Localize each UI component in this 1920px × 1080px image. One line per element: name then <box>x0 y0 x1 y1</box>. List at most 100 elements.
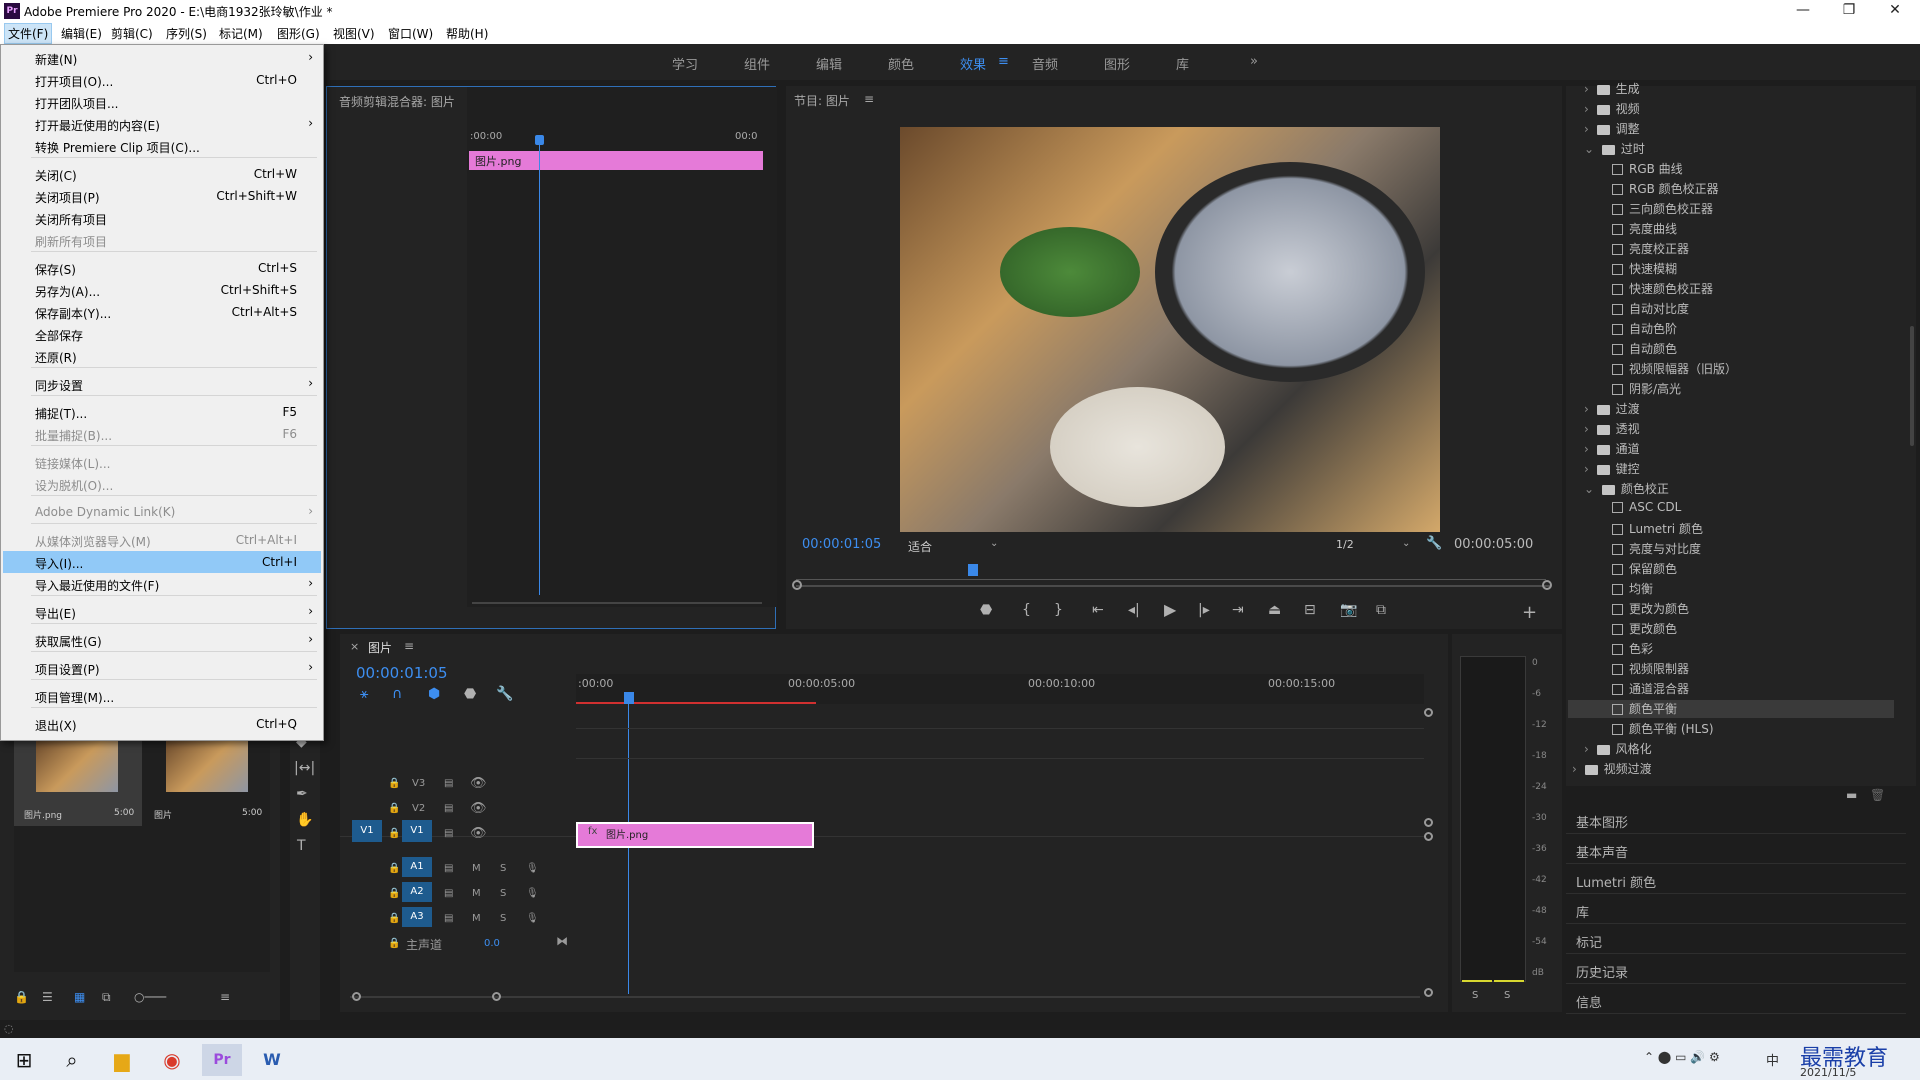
file-menu-item[interactable]: 批量捕捉(B)... F6 <box>3 423 321 445</box>
effect-item[interactable]: 色彩 <box>1612 640 1653 657</box>
file-menu-item[interactable]: 获取属性(G) › <box>3 629 321 651</box>
sync-lock-icon[interactable]: ▤ <box>444 828 453 839</box>
chevron-right-icon[interactable]: › <box>1572 762 1581 776</box>
premiere-taskbar-icon[interactable]: Pr <box>202 1044 242 1076</box>
freeform-view-icon[interactable]: ⧉ <box>102 990 111 1005</box>
lock-icon[interactable]: 🔒 <box>14 990 29 1004</box>
track-lock-icon[interactable]: 🔒 <box>388 828 400 839</box>
file-menu-item[interactable]: 同步设置 › <box>3 373 321 395</box>
timeline-playhead-handle[interactable] <box>624 692 634 704</box>
file-menu-item[interactable]: 打开最近使用的内容(E) › <box>3 113 321 135</box>
timeline-hscroll[interactable] <box>350 996 1420 998</box>
effect-item[interactable]: 三向颜色校正器 <box>1612 200 1713 217</box>
pen-tool-icon[interactable]: ✒ <box>296 786 308 802</box>
hscroll-handle-right[interactable] <box>492 992 501 1001</box>
chevron-right-icon[interactable]: › <box>1584 122 1593 136</box>
file-menu-item[interactable]: 转换 Premiere Clip 项目(C)... <box>3 135 321 157</box>
sync-lock-icon[interactable]: ▤ <box>444 803 453 814</box>
resolution-dropdown[interactable]: 1/2 <box>1336 538 1354 551</box>
file-menu-item[interactable]: 刷新所有项目 <box>3 229 321 251</box>
file-menu-item[interactable]: 全部保存 <box>3 323 321 345</box>
menu-edit[interactable]: 编辑(E) <box>58 25 105 42</box>
effects-folder[interactable]: › 调整 <box>1584 120 1640 137</box>
effects-folder[interactable]: › 生成 <box>1584 80 1640 97</box>
fit-dropdown[interactable]: 适合 <box>908 538 932 555</box>
chevron-right-icon[interactable]: › <box>1584 402 1593 416</box>
close-button[interactable]: ✕ <box>1872 0 1918 22</box>
sync-lock-icon[interactable]: ▤ <box>444 863 453 874</box>
export-frame-camera-icon[interactable]: 📷 <box>1340 602 1357 618</box>
chevron-right-icon[interactable]: › <box>1584 82 1593 96</box>
ime-indicator[interactable]: 中 <box>1766 1050 1779 1069</box>
effects-folder[interactable]: › 键控 <box>1584 460 1640 477</box>
file-menu-item[interactable]: 关闭(C) Ctrl+W <box>3 163 321 185</box>
project-item-1[interactable]: 图片 5:00 <box>150 730 268 826</box>
effect-item[interactable]: 通道混合器 <box>1612 680 1689 697</box>
file-menu-item[interactable]: 关闭项目(P) Ctrl+Shift+W <box>3 185 321 207</box>
chevron-down-icon[interactable]: ⌄ <box>1584 142 1598 156</box>
ws-audio[interactable]: 音频 <box>1032 54 1058 73</box>
program-timecode[interactable]: 00:00:01:05 <box>802 537 881 552</box>
menu-window[interactable]: 窗口(W) <box>385 25 436 42</box>
ws-edit[interactable]: 编辑 <box>816 54 842 73</box>
ws-effects[interactable]: 效果 <box>960 54 986 73</box>
ws-graphics[interactable]: 图形 <box>1104 54 1130 73</box>
new-bin-icon[interactable]: ▬ <box>1846 788 1857 802</box>
voiceover-mic-icon[interactable]: 🎙 <box>526 863 539 874</box>
effect-item[interactable]: 视频限制器 <box>1612 660 1689 677</box>
step-forward-icon[interactable]: |▸ <box>1198 602 1210 618</box>
vscroll-handle-mid2[interactable] <box>1424 832 1433 841</box>
timeline-playhead[interactable] <box>628 704 629 994</box>
track-lock-icon[interactable]: 🔒 <box>388 888 400 899</box>
menu-view[interactable]: 视图(V) <box>330 25 378 42</box>
menu-help[interactable]: 帮助(H) <box>443 25 491 42</box>
file-menu-item[interactable]: 捕捉(T)... F5 <box>3 401 321 423</box>
program-playhead[interactable] <box>968 564 978 576</box>
track-target[interactable]: A2 <box>402 882 432 902</box>
program-zoom-bar[interactable] <box>796 585 1550 587</box>
program-menu-icon[interactable]: ≡ <box>864 92 874 106</box>
ws-assembly[interactable]: 组件 <box>744 54 770 73</box>
lift-icon[interactable]: ⏏ <box>1268 602 1281 618</box>
file-menu-item[interactable]: 保存(S) Ctrl+S <box>3 257 321 279</box>
voiceover-mic-icon[interactable]: 🎙 <box>526 888 539 899</box>
file-menu-item[interactable]: 打开团队项目... <box>3 91 321 113</box>
v1-source-patch[interactable]: V1 <box>352 820 382 842</box>
file-menu-item[interactable]: 关闭所有项目 <box>3 207 321 229</box>
effects-folder[interactable]: › 过渡 <box>1584 400 1640 417</box>
file-menu-item[interactable]: 保存副本(Y)... Ctrl+Alt+S <box>3 301 321 323</box>
side-panel-tab[interactable]: 库 <box>1566 896 1906 924</box>
effect-item[interactable]: 阴影/高光 <box>1612 380 1681 397</box>
menu-graphics[interactable]: 图形(G) <box>274 25 323 42</box>
track-lock-icon[interactable]: 🔒 <box>388 938 400 949</box>
track-target[interactable]: A1 <box>402 857 432 877</box>
effect-item[interactable]: 自动颜色 <box>1612 340 1677 357</box>
file-menu-item[interactable]: Adobe Dynamic Link(K) › <box>3 501 321 523</box>
search-icon[interactable]: ⌕ <box>52 1044 92 1076</box>
mute-button[interactable]: M <box>472 913 481 924</box>
chevron-right-icon[interactable]: › <box>1584 462 1593 476</box>
solo-button[interactable]: S <box>500 863 506 874</box>
effect-item[interactable]: 自动对比度 <box>1612 300 1689 317</box>
effects-folder[interactable]: › 视频过渡 <box>1572 760 1652 777</box>
side-panel-tab[interactable]: 标记 <box>1566 926 1906 954</box>
master-volume-value[interactable]: 0.0 <box>484 938 500 949</box>
file-menu-item[interactable]: 另存为(A)... Ctrl+Shift+S <box>3 279 321 301</box>
mark-out-icon[interactable]: } <box>1054 602 1063 618</box>
ws-color[interactable]: 颜色 <box>888 54 914 73</box>
mute-button[interactable]: M <box>472 888 481 899</box>
solo-button[interactable]: S <box>500 888 506 899</box>
ws-menu-icon[interactable]: ≡ <box>998 54 1009 69</box>
file-menu-item[interactable]: 项目设置(P) › <box>3 657 321 679</box>
eye-icon[interactable]: 👁 <box>470 801 487 816</box>
effects-folder[interactable]: ⌄ 过时 <box>1584 140 1645 157</box>
zoom-handle-right[interactable] <box>1542 580 1552 590</box>
track-target[interactable]: V1 <box>402 820 432 842</box>
effects-scrollbar[interactable] <box>1910 326 1914 446</box>
mark-in-icon[interactable]: { <box>1022 602 1031 618</box>
step-back-icon[interactable]: ◂| <box>1128 602 1140 618</box>
hscroll-handle-left[interactable] <box>352 992 361 1001</box>
mixer-scrollbar[interactable] <box>472 602 762 604</box>
delete-icon[interactable]: 🗑 <box>1870 788 1885 802</box>
side-panel-tab[interactable]: Lumetri 颜色 <box>1566 866 1906 894</box>
